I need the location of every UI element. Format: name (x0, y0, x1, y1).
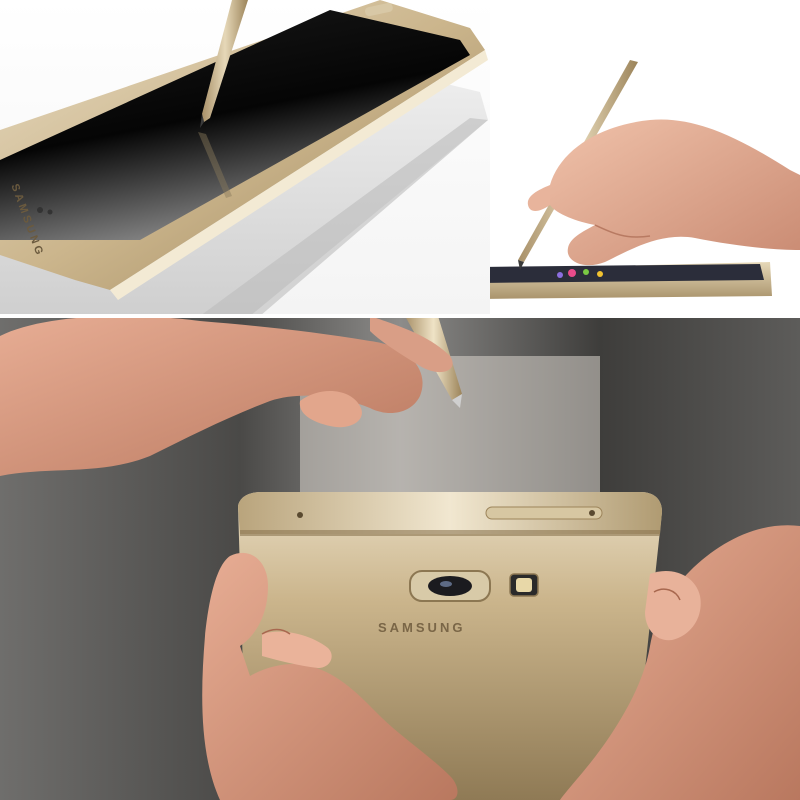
stylus-writing-photo (490, 0, 800, 316)
phone-front-illustration: SAMSUNG (0, 0, 488, 316)
back-brand-text: SAMSUNG (378, 620, 465, 635)
phone-front-photo: SAMSUNG (0, 0, 490, 316)
phone-back-illustration: SAMSUNG (0, 316, 800, 800)
writing-hand (550, 119, 800, 266)
stylus-writing-illustration (490, 60, 800, 299)
microphone-hole (297, 512, 303, 518)
photo-collage: SAMSUNG SAMSUNG (0, 0, 800, 800)
sim-tray (485, 506, 603, 520)
collage-divider (0, 314, 800, 318)
front-sensor (47, 209, 53, 215)
front-camera (37, 207, 43, 213)
phone-back-photo: SAMSUNG (0, 316, 800, 800)
